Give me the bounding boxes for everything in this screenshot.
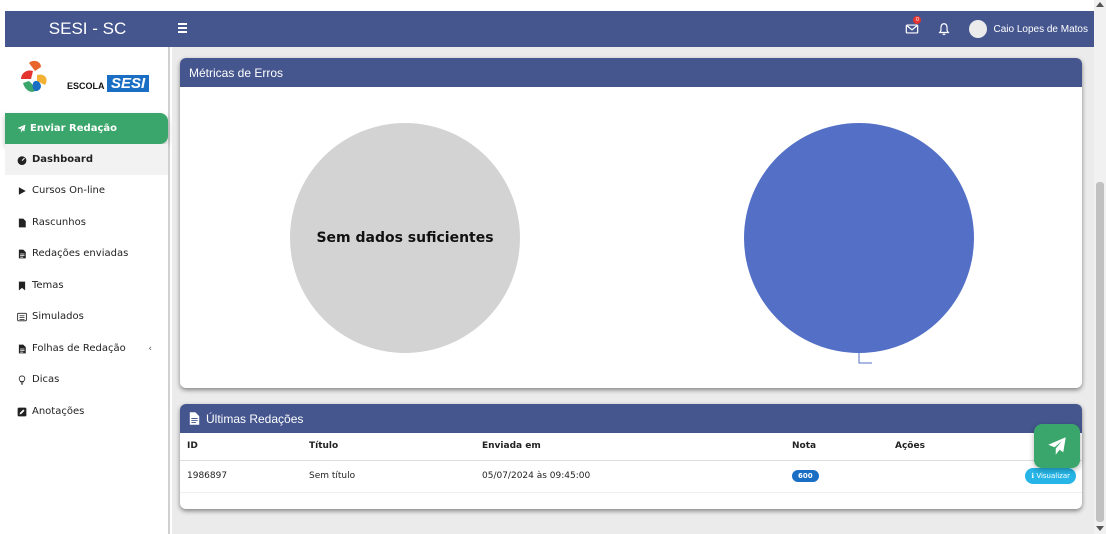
recent-essays-header: Últimas Redações <box>180 404 1082 433</box>
sidebar-item-simulados[interactable]: Simulados <box>5 301 168 332</box>
error-metrics-card: Métricas de Erros Sem dados suficientes <box>180 58 1082 388</box>
col-header-grade: Nota <box>785 433 888 461</box>
top-gap <box>0 0 1094 11</box>
bookmark-icon <box>18 281 26 290</box>
menu-toggle-icon[interactable] <box>178 21 192 37</box>
file-icon <box>18 218 26 227</box>
sidebar-item-label: Cursos On-line <box>32 185 106 196</box>
sidebar-item-label: Redações enviadas <box>32 248 129 259</box>
sidebar-item-dicas[interactable]: Dicas <box>5 364 168 395</box>
empty-chart: Sem dados suficientes <box>290 123 520 353</box>
logo-brand: SESI <box>107 75 150 92</box>
col-header-actions: Ações <box>888 433 982 461</box>
error-metrics-header: Métricas de Erros <box>180 58 1082 87</box>
main-content: Métricas de Erros Sem dados suficientes … <box>172 47 1094 534</box>
sidebar-item-temas[interactable]: Temas <box>5 270 168 301</box>
sidebar-item-label: Simulados <box>32 311 84 322</box>
top-navbar: SESI - SC 0 Caio Lopes de Matos <box>5 11 1094 47</box>
navbar-right: 0 Caio Lopes de Matos <box>905 11 1088 47</box>
file-text-icon <box>18 344 26 353</box>
floating-send-button[interactable] <box>1034 424 1080 468</box>
col-header-sent-at: Enviada em <box>475 433 785 461</box>
pencil-icon <box>17 407 27 416</box>
cell-title: Sem título <box>302 460 475 493</box>
paper-plane-icon <box>17 124 26 133</box>
paper-plane-icon <box>1048 437 1066 455</box>
sidebar: ESCOLA SESI Enviar Redação Dashboard Cur… <box>5 47 170 534</box>
sidebar-item-anotacoes[interactable]: Anotações <box>5 396 168 427</box>
sidebar-item-label: Dicas <box>32 374 60 385</box>
view-button[interactable]: ℹ Visualizar <box>1025 468 1076 484</box>
empty-chart-text: Sem dados suficientes <box>316 230 494 246</box>
sidebar-item-label: Anotações <box>32 406 85 417</box>
table-header-row: ID Título Enviada em Nota Ações <box>180 433 1082 461</box>
cell-sent-at: 05/07/2024 às 09:45:00 <box>475 460 785 493</box>
page-scrollbar[interactable] <box>1094 0 1106 534</box>
file-text-icon <box>189 412 200 425</box>
sidebar-item-label: Folhas de Redação <box>32 343 126 354</box>
error-pie-chart[interactable] <box>744 123 974 368</box>
sidebar-item-dashboard[interactable]: Dashboard <box>5 144 168 175</box>
send-essay-button[interactable]: Enviar Redação <box>5 113 168 144</box>
file-text-icon <box>18 249 26 258</box>
info-icon: ℹ <box>1031 472 1035 480</box>
bell-icon[interactable] <box>937 20 955 38</box>
lightbulb-icon <box>18 375 26 384</box>
chevron-left-icon: ‹ <box>148 343 152 354</box>
col-header-id: ID <box>180 433 302 461</box>
cell-actions <box>888 460 982 493</box>
messages-icon[interactable]: 0 <box>905 16 923 38</box>
send-essay-label: Enviar Redação <box>30 123 117 134</box>
recent-essays-table: ID Título Enviada em Nota Ações 1986897 … <box>180 433 1082 493</box>
notification-count-badge: 0 <box>913 16 922 24</box>
col-header-title: Título <box>302 433 475 461</box>
scroll-up-arrow-icon[interactable] <box>1096 2 1104 7</box>
sidebar-item-cursos-online[interactable]: Cursos On-line <box>5 175 168 206</box>
error-metrics-title: Métricas de Erros <box>189 65 284 80</box>
dashboard-icon <box>17 155 27 165</box>
list-icon <box>17 312 27 321</box>
recent-essays-title: Últimas Redações <box>206 411 304 426</box>
user-name[interactable]: Caio Lopes de Matos <box>993 24 1088 35</box>
cell-id: 1986897 <box>180 460 302 493</box>
table-row: 1986897 Sem título 05/07/2024 às 09:45:0… <box>180 460 1082 493</box>
logo-word: ESCOLA <box>67 81 105 91</box>
sidebar-item-label: Rascunhos <box>32 217 86 228</box>
pie-label-line <box>858 353 872 364</box>
sidebar-item-folhas-de-redacao[interactable]: Folhas de Redação ‹ <box>5 333 168 364</box>
logo-mark-icon <box>21 60 47 92</box>
play-icon <box>18 186 26 195</box>
recent-essays-card: Últimas Redações ID Título Enviada em No… <box>180 404 1082 509</box>
view-button-label: Visualizar <box>1036 472 1070 480</box>
brand-title[interactable]: SESI - SC <box>5 11 170 47</box>
sidebar-item-redacoes-enviadas[interactable]: Redações enviadas <box>5 238 168 269</box>
sidebar-item-rascunhos[interactable]: Rascunhos <box>5 207 168 238</box>
scroll-thumb[interactable] <box>1096 182 1104 522</box>
user-avatar[interactable] <box>969 20 988 38</box>
pie-slice[interactable] <box>744 123 974 353</box>
sidebar-item-label: Temas <box>32 280 64 291</box>
sidebar-item-label: Dashboard <box>32 154 93 165</box>
escola-sesi-logo[interactable]: ESCOLA SESI <box>15 57 155 102</box>
scroll-down-arrow-icon[interactable] <box>1096 526 1104 531</box>
grade-badge: 600 <box>792 470 819 482</box>
cell-grade: 600 <box>785 460 888 493</box>
